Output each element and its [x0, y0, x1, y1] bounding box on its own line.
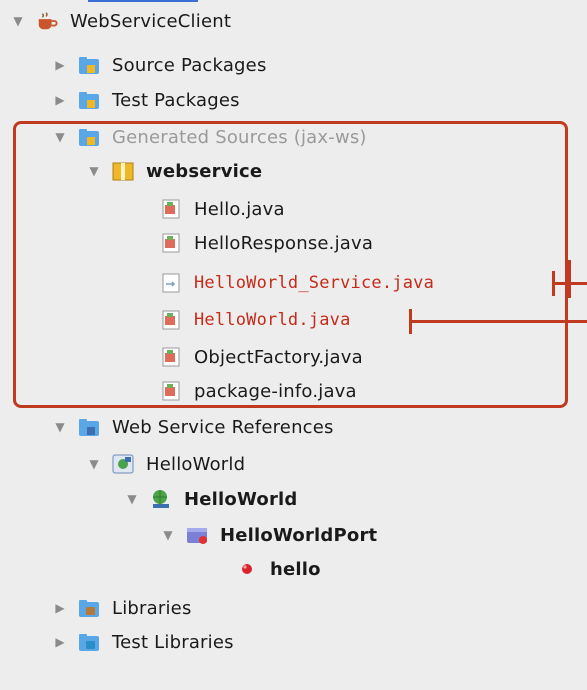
tree-node-port[interactable]: ▼ HelloWorldPort — [160, 518, 377, 552]
annotation-pointer-line — [412, 320, 587, 323]
package-folder-icon — [78, 54, 100, 76]
tree-node-project-root[interactable]: ▼ WebServiceClient — [10, 4, 231, 38]
tree-node-web-service-references[interactable]: ▼ Web Service References — [52, 410, 334, 444]
tree-node-libraries[interactable]: ▶ Libraries — [52, 591, 192, 625]
library-folder-icon — [78, 631, 100, 653]
port-icon — [186, 524, 208, 546]
library-folder-icon — [78, 597, 100, 619]
references-folder-icon — [78, 416, 100, 438]
coffee-cup-project-icon — [36, 10, 58, 32]
tree-node-label: Libraries — [112, 597, 192, 619]
tree-node-label: Source Packages — [112, 54, 267, 76]
tree-node-label: HelloWorldPort — [220, 524, 378, 546]
expand-right-icon[interactable]: ▶ — [52, 600, 68, 616]
tree-node-test-libraries[interactable]: ▶ Test Libraries — [52, 625, 234, 659]
expand-down-icon[interactable]: ▼ — [86, 456, 102, 472]
expand-right-icon[interactable]: ▶ — [52, 57, 68, 73]
tree-node-test-packages[interactable]: ▶ Test Packages — [52, 83, 240, 117]
tree-node-operation[interactable]: hello — [236, 552, 321, 586]
operation-icon — [236, 558, 258, 580]
expand-down-icon[interactable]: ▼ — [10, 13, 26, 29]
highlight-box — [13, 121, 568, 408]
tree-node-source-packages[interactable]: ▶ Source Packages — [52, 48, 267, 82]
expand-down-icon[interactable]: ▼ — [124, 491, 140, 507]
tree-node-service-reference[interactable]: ▼ HelloWorld — [86, 447, 245, 481]
expand-down-icon[interactable]: ▼ — [52, 419, 68, 435]
tree-node-service[interactable]: ▼ HelloWorld — [124, 482, 298, 516]
tree-node-label: Test Libraries — [112, 631, 234, 653]
expand-right-icon[interactable]: ▶ — [52, 634, 68, 650]
tree-node-label: Test Packages — [112, 89, 240, 111]
expand-right-icon[interactable]: ▶ — [52, 92, 68, 108]
tree-node-label: HelloWorld — [146, 453, 246, 475]
annotation-connector — [568, 260, 571, 298]
tree-node-label: HelloWorld — [184, 488, 298, 510]
annotation-pointer-line — [555, 282, 587, 285]
expand-down-icon[interactable]: ▼ — [160, 527, 176, 543]
tree-node-label: Web Service References — [112, 416, 334, 438]
web-service-icon — [112, 453, 134, 475]
tree-node-label: hello — [270, 558, 321, 580]
tree-node-label: WebServiceClient — [70, 10, 232, 32]
globe-service-icon — [150, 488, 172, 510]
package-folder-icon — [78, 89, 100, 111]
